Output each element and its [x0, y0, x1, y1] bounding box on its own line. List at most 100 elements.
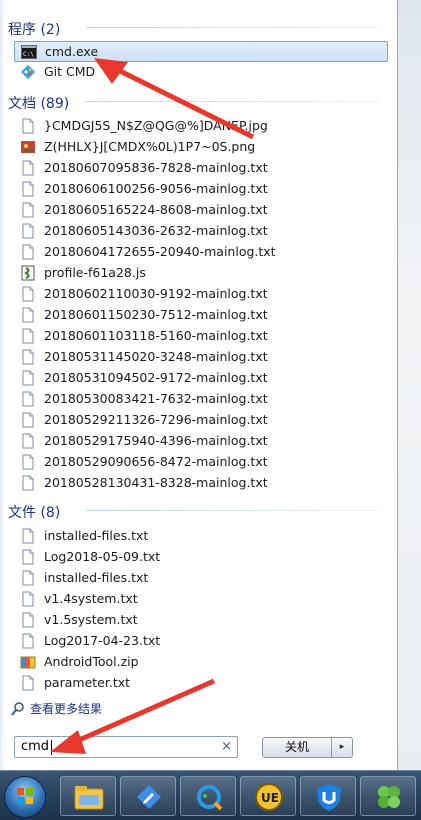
result-item[interactable]: 20180601150230-7512-mainlog.txt: [14, 305, 388, 326]
svg-text:UE: UE: [261, 791, 279, 805]
group-header-programs[interactable]: 程序 (2): [8, 16, 388, 38]
group-header-label: 程序 (2): [8, 22, 61, 38]
svg-text:C:\: C:\: [23, 51, 34, 58]
browser-app-icon: [193, 783, 225, 815]
result-item[interactable]: Log2018-05-09.txt: [14, 547, 388, 568]
result-item-label: 20180531145020-3248-mainlog.txt: [44, 349, 268, 364]
text-file-icon: [20, 549, 36, 565]
text-file-icon: [20, 160, 36, 176]
group-header-divider: [86, 101, 380, 102]
cmd-console-icon: C:\: [21, 44, 37, 60]
text-file-icon: [20, 202, 36, 218]
result-item-label: cmd.exe: [45, 44, 99, 59]
result-item[interactable]: AndroidTool.zip: [14, 652, 388, 673]
result-item[interactable]: installed-files.txt: [14, 526, 388, 547]
result-item-label: parameter.txt: [44, 675, 131, 690]
result-item-cmd-exe[interactable]: C:\ cmd.exe: [14, 41, 388, 62]
search-input-value: cmd: [21, 739, 50, 754]
text-file-icon: [20, 328, 36, 344]
taskbar-button-security[interactable]: [300, 776, 356, 816]
see-more-results-link[interactable]: 查看更多结果: [10, 700, 210, 718]
result-item-label: installed-files.txt: [44, 528, 149, 543]
result-item-label: v1.5system.txt: [44, 612, 138, 627]
group-header-divider: [86, 27, 380, 28]
shutdown-button[interactable]: 关机: [262, 737, 332, 758]
result-item-git-cmd[interactable]: Git CMD: [14, 62, 388, 83]
text-file-icon: [20, 307, 36, 323]
result-item[interactable]: 20180529211326-7296-mainlog.txt: [14, 410, 388, 431]
result-item[interactable]: installed-files.txt: [14, 568, 388, 589]
result-item[interactable]: 20180602110030-9192-mainlog.txt: [14, 284, 388, 305]
desktop-background: [398, 0, 421, 770]
text-file-icon: [20, 591, 36, 607]
result-item-label: 20180530083421-7632-mainlog.txt: [44, 391, 268, 406]
notes-app-icon: [133, 783, 165, 815]
result-item[interactable]: 20180604172655-20940-mainlog.txt: [14, 242, 388, 263]
result-item-label: 20180602110030-9192-mainlog.txt: [44, 286, 268, 301]
taskbar-button-clover[interactable]: [360, 776, 416, 816]
result-item[interactable]: 20180606100256-9056-mainlog.txt: [14, 179, 388, 200]
result-item-label: 20180531094502-9172-mainlog.txt: [44, 370, 268, 385]
search-input[interactable]: cmd ×: [14, 736, 238, 758]
git-icon: [20, 64, 36, 80]
text-caret: [51, 740, 52, 755]
image-file-icon: [20, 118, 36, 134]
result-item-label: 20180529090656-8472-mainlog.txt: [44, 454, 268, 469]
taskbar: UE: [0, 770, 421, 820]
taskbar-button-ultraedit[interactable]: UE: [240, 776, 296, 816]
text-file-icon: [20, 223, 36, 239]
result-item-label: AndroidTool.zip: [44, 654, 139, 669]
result-item[interactable]: 20180607095836-7828-mainlog.txt: [14, 158, 388, 179]
search-icon: [10, 701, 26, 717]
security-app-icon: [313, 782, 345, 816]
text-file-icon: [20, 349, 36, 365]
result-item-label: 20180529211326-7296-mainlog.txt: [44, 412, 268, 427]
result-item[interactable]: Z(HHLX}J[CMDX%0L)1P7~0S.png: [14, 137, 388, 158]
result-item[interactable]: v1.5system.txt: [14, 610, 388, 631]
taskbar-button-browser[interactable]: [180, 776, 236, 816]
text-file-icon: [20, 286, 36, 302]
shutdown-options-arrow[interactable]: ▸: [331, 737, 353, 758]
group-header-files[interactable]: 文件 (8): [8, 499, 388, 521]
result-item-label: 20180604172655-20940-mainlog.txt: [44, 244, 276, 259]
result-item[interactable]: 20180529175940-4396-mainlog.txt: [14, 431, 388, 452]
result-item-label: profile-f61a28.js: [44, 265, 146, 280]
result-item-label: Z(HHLX}J[CMDX%0L)1P7~0S.png: [44, 139, 256, 154]
text-file-icon: [20, 612, 36, 628]
clear-search-icon[interactable]: ×: [221, 739, 232, 754]
result-item[interactable]: 20180530083421-7632-mainlog.txt: [14, 389, 388, 410]
js-file-icon: [20, 265, 36, 281]
taskbar-button-notes[interactable]: [120, 776, 176, 816]
result-item[interactable]: v1.4system.txt: [14, 589, 388, 610]
result-item[interactable]: 20180605143036-2632-mainlog.txt: [14, 221, 388, 242]
result-item[interactable]: profile-f61a28.js: [14, 263, 388, 284]
result-item-label: 20180607095836-7828-mainlog.txt: [44, 160, 268, 175]
result-item-label: 20180606100256-9056-mainlog.txt: [44, 181, 268, 196]
result-item[interactable]: 20180531145020-3248-mainlog.txt: [14, 347, 388, 368]
result-item-label: 20180605165224-8608-mainlog.txt: [44, 202, 268, 217]
result-item[interactable]: 20180529090656-8472-mainlog.txt: [14, 452, 388, 473]
start-orb-icon[interactable]: [4, 776, 46, 818]
result-item[interactable]: 20180605165224-8608-mainlog.txt: [14, 200, 388, 221]
result-item[interactable]: parameter.txt: [14, 673, 388, 694]
result-item-label: }CMDGJ5S_N$Z@QG@%]DANEP.jpg: [44, 118, 268, 133]
text-file-icon: [20, 370, 36, 386]
text-file-icon: [20, 675, 36, 691]
group-header-documents[interactable]: 文档 (89): [8, 90, 388, 112]
result-item-label: Log2018-05-09.txt: [44, 549, 161, 564]
result-item[interactable]: 20180528130431-8328-mainlog.txt: [14, 473, 388, 494]
result-item[interactable]: Log2017-04-23.txt: [14, 631, 388, 652]
text-file-icon: [20, 528, 36, 544]
png-file-icon: [20, 139, 36, 155]
result-item-label: 20180605143036-2632-mainlog.txt: [44, 223, 268, 238]
result-item[interactable]: }CMDGJ5S_N$Z@QG@%]DANEP.jpg: [14, 116, 388, 137]
text-file-icon: [20, 570, 36, 586]
file-explorer-icon: [73, 783, 105, 815]
result-item[interactable]: 20180601103118-5160-mainlog.txt: [14, 326, 388, 347]
result-item-label: 20180601103118-5160-mainlog.txt: [44, 328, 268, 343]
result-item-label: Git CMD: [44, 64, 96, 79]
result-item[interactable]: 20180531094502-9172-mainlog.txt: [14, 368, 388, 389]
group-header-label: 文件 (8): [8, 505, 61, 521]
text-file-icon: [20, 454, 36, 470]
taskbar-button-explorer[interactable]: [60, 776, 116, 816]
